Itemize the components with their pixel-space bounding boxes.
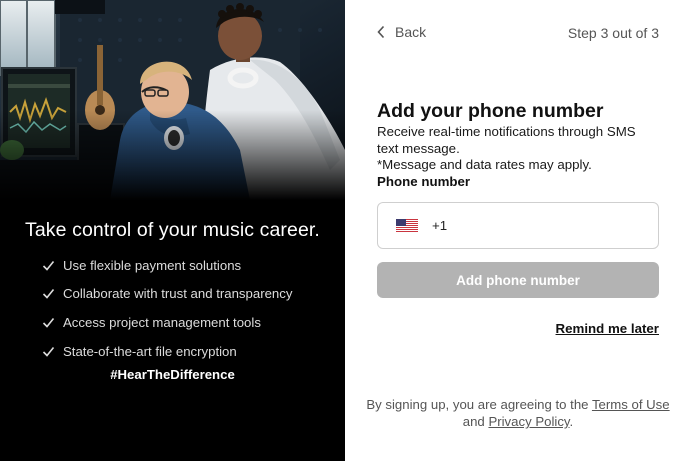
feature-label: Collaborate with trust and transparency [63, 286, 293, 302]
remind-later-link[interactable]: Remind me later [556, 321, 659, 336]
feature-item: Access project management tools [42, 308, 292, 337]
feature-label: Use flexible payment solutions [63, 257, 242, 273]
photo-fade-overlay [0, 110, 345, 205]
legal-prefix: By signing up, you are agreeing to the [366, 397, 592, 412]
country-dial-code: +1 [432, 218, 448, 233]
feature-label: Access project management tools [63, 314, 261, 330]
check-icon [42, 346, 55, 357]
feature-list: Use flexible payment solutions Collabora… [42, 251, 292, 365]
promo-headline: Take control of your music career. [25, 219, 320, 241]
chevron-left-icon [377, 25, 385, 39]
feature-item: Collaborate with trust and transparency [42, 280, 292, 309]
us-flag-icon[interactable] [396, 219, 418, 232]
feature-item: Use flexible payment solutions [42, 251, 292, 280]
promo-hashtag: #HearTheDifference [110, 367, 235, 382]
add-phone-button[interactable]: Add phone number [377, 262, 659, 298]
page-title: Add your phone number [377, 100, 604, 122]
phone-field[interactable]: +1 [377, 202, 659, 249]
legal-notice: By signing up, you are agreeing to the T… [365, 396, 671, 430]
check-icon [42, 289, 55, 300]
form-panel: Back Step 3 out of 3 Add your phone numb… [345, 0, 688, 461]
form-description: Receive real-time notifications through … [377, 124, 657, 174]
legal-suffix: . [569, 414, 574, 429]
back-button[interactable]: Back [376, 24, 426, 40]
step-indicator: Step 3 out of 3 [567, 25, 659, 41]
back-label: Back [395, 24, 427, 40]
check-icon [42, 260, 55, 271]
rates-note: *Message and data rates may apply. [377, 157, 592, 172]
feature-label: State-of-the-art file encryption [63, 343, 237, 359]
check-icon [42, 317, 55, 328]
terms-link[interactable]: Terms of Use [592, 397, 670, 412]
promo-panel: Take control of your music career. Use f… [0, 0, 345, 461]
privacy-link[interactable]: Privacy Policy [488, 414, 569, 429]
legal-middle: and [462, 414, 489, 429]
feature-item: State-of-the-art file encryption [42, 337, 292, 366]
phone-input[interactable] [453, 203, 658, 248]
phone-field-label: Phone number [377, 174, 471, 189]
description-line: Receive real-time notifications through … [377, 124, 636, 156]
